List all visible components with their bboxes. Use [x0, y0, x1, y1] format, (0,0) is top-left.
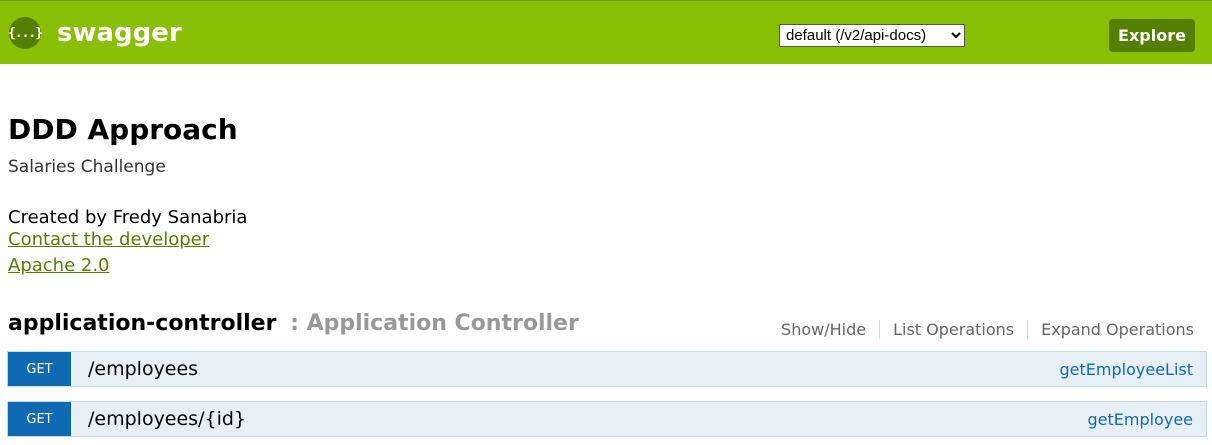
operation-nickname[interactable]: getEmployeeList: [1060, 360, 1193, 379]
http-method-badge[interactable]: GET: [8, 402, 71, 436]
resource-description: Application Controller: [306, 311, 579, 336]
operation-row[interactable]: GET /employees/{id} getEmployee: [7, 401, 1207, 437]
api-spec-select[interactable]: default (/v2/api-docs): [779, 24, 965, 47]
contact-info: Created by Fredy Sanabria Contact the de…: [8, 207, 247, 251]
license-link[interactable]: Apache 2.0: [8, 255, 110, 276]
resource-options: Show/Hide List Operations Expand Operati…: [768, 320, 1194, 339]
operation-path[interactable]: /employees: [88, 358, 198, 380]
top-bar: {...} swagger default (/v2/api-docs) Exp…: [0, 0, 1212, 64]
http-method-badge[interactable]: GET: [8, 352, 71, 386]
operation-row[interactable]: GET /employees getEmployeeList: [7, 351, 1207, 387]
explore-button[interactable]: Explore: [1109, 19, 1195, 52]
swagger-logo[interactable]: {...} swagger: [8, 17, 182, 49]
expand-operations-link[interactable]: Expand Operations: [1028, 320, 1194, 339]
api-title: DDD Approach: [8, 113, 238, 146]
resource-name-link[interactable]: application-controller: [8, 311, 276, 336]
resource-separator: :: [282, 311, 307, 336]
operation-nickname[interactable]: getEmployee: [1087, 410, 1193, 429]
logo-text: swagger: [57, 18, 182, 48]
api-info: DDD Approach Salaries Challenge: [8, 110, 238, 177]
swagger-braces-icon: {...}: [8, 17, 43, 49]
resource-heading: application-controller : Application Con…: [8, 311, 579, 336]
license-info: Apache 2.0: [8, 255, 110, 276]
list-operations-link[interactable]: List Operations: [880, 320, 1029, 339]
show-hide-link[interactable]: Show/Hide: [768, 320, 881, 339]
operation-path[interactable]: /employees/{id}: [88, 408, 246, 430]
created-by-text: Created by Fredy Sanabria: [8, 207, 248, 228]
api-description: Salaries Challenge: [8, 157, 166, 177]
contact-developer-link[interactable]: Contact the developer: [8, 229, 247, 251]
